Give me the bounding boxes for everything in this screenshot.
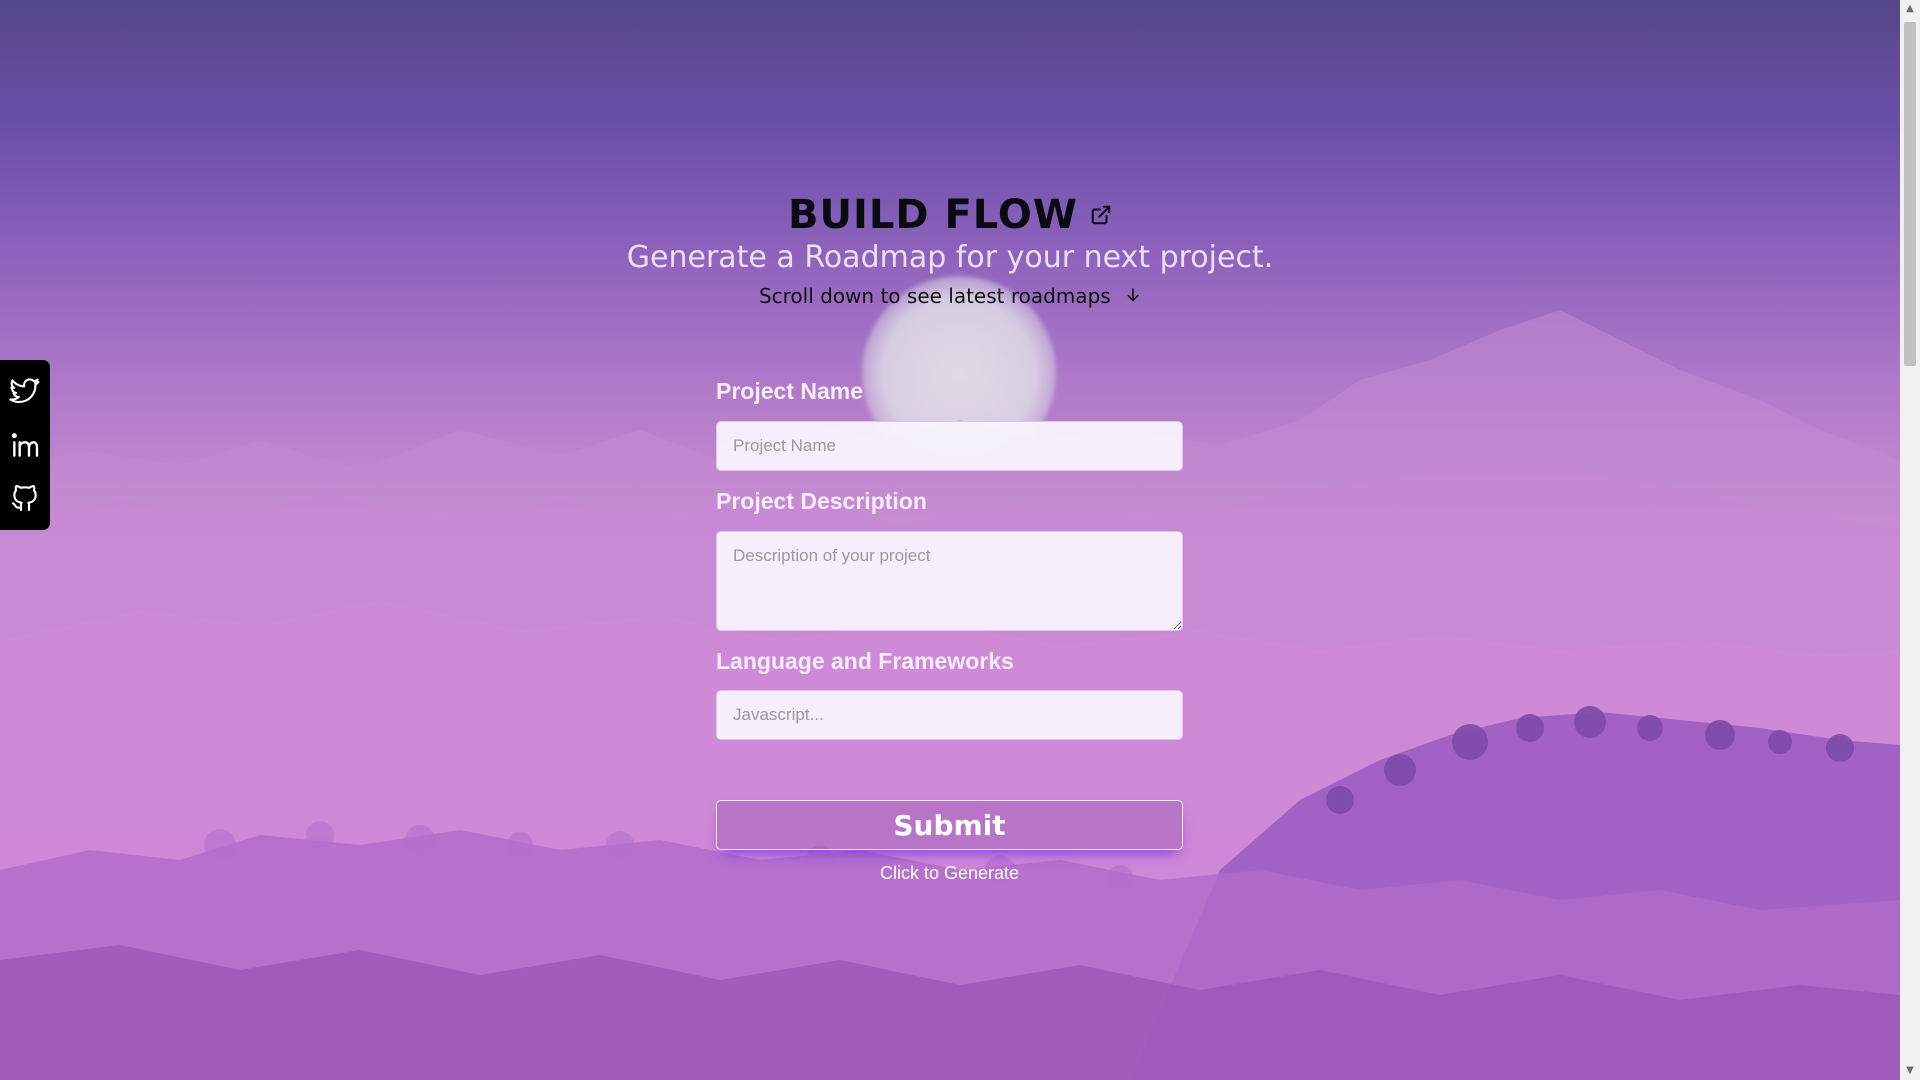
submit-hint: Click to Generate bbox=[879, 863, 1020, 883]
scroll-down-icon[interactable]: ▼ bbox=[1900, 1062, 1920, 1080]
vertical-scrollbar[interactable]: ▲ ▼ bbox=[1900, 0, 1920, 1080]
scroll-hint-text: Scroll down to see latest roadmaps bbox=[758, 284, 1111, 308]
scroll-up-icon[interactable]: ▲ bbox=[1900, 0, 1920, 18]
github-icon bbox=[11, 484, 37, 511]
linkedin-icon bbox=[11, 433, 39, 457]
languages-label: Language and Frameworks bbox=[716, 648, 1014, 674]
scroll-hint[interactable]: Scroll down to see latest roadmaps bbox=[0, 284, 1900, 308]
project-description-label: Project Description bbox=[716, 488, 927, 514]
project-description-textarea[interactable] bbox=[716, 531, 1183, 631]
scrollbar-thumb[interactable] bbox=[1904, 22, 1916, 366]
project-name-label: Project Name bbox=[716, 378, 864, 404]
github-link[interactable] bbox=[9, 482, 41, 514]
languages-input[interactable] bbox=[716, 690, 1183, 740]
social-links-bar bbox=[0, 360, 50, 530]
project-name-input[interactable] bbox=[716, 421, 1183, 471]
twitter-icon bbox=[9, 378, 40, 404]
page-title: BUILD FLOW bbox=[788, 192, 1078, 238]
title-row: BUILD FLOW bbox=[0, 192, 1900, 238]
page-subtitle: Generate a Roadmap for your next project… bbox=[626, 240, 1274, 275]
twitter-link[interactable] bbox=[9, 376, 41, 408]
submit-button[interactable]: Submit bbox=[716, 800, 1183, 850]
arrow-down-icon bbox=[1125, 284, 1141, 308]
linkedin-link[interactable] bbox=[9, 429, 41, 461]
external-link-icon[interactable] bbox=[1090, 204, 1112, 226]
